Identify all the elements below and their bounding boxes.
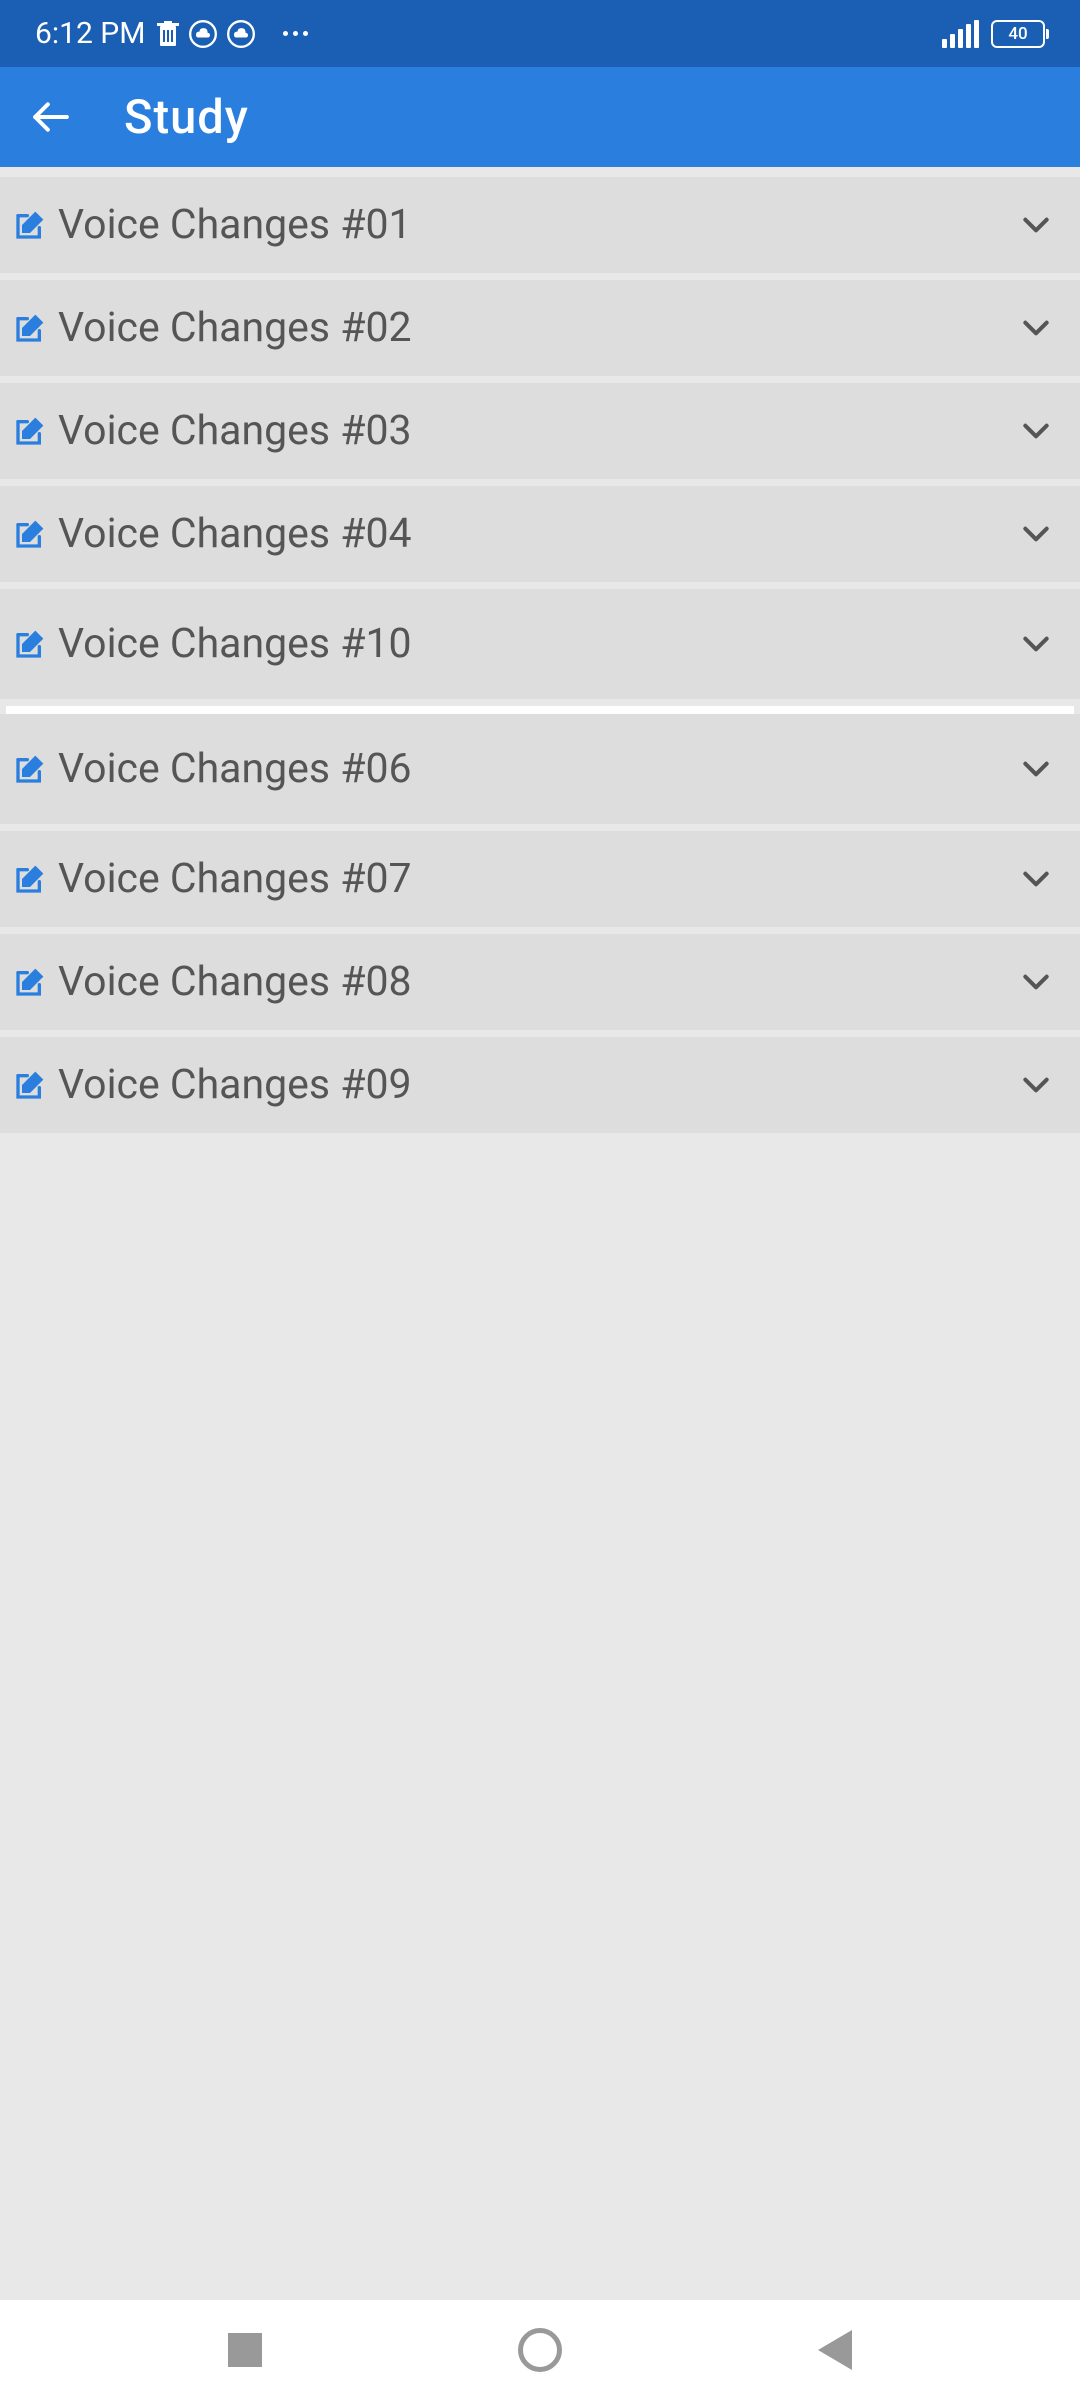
edit-icon xyxy=(14,863,46,895)
chevron-down-icon xyxy=(1020,209,1052,241)
list-item-label: Voice Changes #02 xyxy=(58,304,1020,352)
list-item-label: Voice Changes #03 xyxy=(58,407,1020,455)
edit-icon xyxy=(14,966,46,998)
list-item[interactable]: Voice Changes #08 xyxy=(0,934,1080,1030)
chevron-down-icon xyxy=(1020,415,1052,447)
cloud-icon xyxy=(189,20,217,48)
edit-icon xyxy=(14,312,46,344)
status-time: 6:12 PM xyxy=(35,16,145,51)
nav-back-button[interactable] xyxy=(818,2330,852,2370)
back-arrow-icon[interactable] xyxy=(32,98,70,136)
chevron-down-icon xyxy=(1020,518,1052,550)
nav-recents-button[interactable] xyxy=(228,2333,262,2367)
page-title: Study xyxy=(124,90,249,145)
list-divider xyxy=(6,706,1074,714)
chevron-down-icon xyxy=(1020,863,1052,895)
list-item[interactable]: Voice Changes #02 xyxy=(0,280,1080,376)
status-bar-left: 6:12 PM xyxy=(35,16,308,51)
signal-icon xyxy=(942,20,979,48)
edit-icon xyxy=(14,628,46,660)
list-item[interactable]: Voice Changes #04 xyxy=(0,486,1080,582)
app-bar: Study xyxy=(0,67,1080,167)
list-item-label: Voice Changes #08 xyxy=(58,958,1020,1006)
chevron-down-icon xyxy=(1020,628,1052,660)
study-list: Voice Changes #01 Voice Changes #02 Voic… xyxy=(0,167,1080,1133)
list-item[interactable]: Voice Changes #01 xyxy=(0,177,1080,273)
edit-icon xyxy=(14,1069,46,1101)
system-nav-bar xyxy=(0,2300,1080,2400)
chevron-down-icon xyxy=(1020,312,1052,344)
cloud-icon xyxy=(227,20,255,48)
list-item-label: Voice Changes #01 xyxy=(58,201,1020,249)
status-bar: 6:12 PM xyxy=(0,0,1080,67)
edit-icon xyxy=(14,518,46,550)
list-item-label: Voice Changes #09 xyxy=(58,1061,1020,1109)
nav-home-button[interactable] xyxy=(518,2328,562,2372)
list-item-label: Voice Changes #06 xyxy=(58,745,1020,793)
chevron-down-icon xyxy=(1020,966,1052,998)
chevron-down-icon xyxy=(1020,1069,1052,1101)
list-item[interactable]: Voice Changes #09 xyxy=(0,1037,1080,1133)
battery-icon: 40 xyxy=(991,20,1045,48)
edit-icon xyxy=(14,753,46,785)
status-bar-right: 40 xyxy=(942,20,1045,48)
list-item-label: Voice Changes #10 xyxy=(58,620,1020,668)
list-item-label: Voice Changes #07 xyxy=(58,855,1020,903)
status-indicator-icons xyxy=(157,20,308,48)
trash-icon xyxy=(157,21,179,47)
list-item[interactable]: Voice Changes #07 xyxy=(0,831,1080,927)
list-item[interactable]: Voice Changes #10 xyxy=(0,589,1080,699)
chevron-down-icon xyxy=(1020,753,1052,785)
list-item-label: Voice Changes #04 xyxy=(58,510,1020,558)
edit-icon xyxy=(14,415,46,447)
list-item[interactable]: Voice Changes #03 xyxy=(0,383,1080,479)
list-item[interactable]: Voice Changes #06 xyxy=(0,714,1080,824)
battery-level: 40 xyxy=(1008,24,1027,44)
more-dots-icon xyxy=(283,31,308,36)
edit-icon xyxy=(14,209,46,241)
